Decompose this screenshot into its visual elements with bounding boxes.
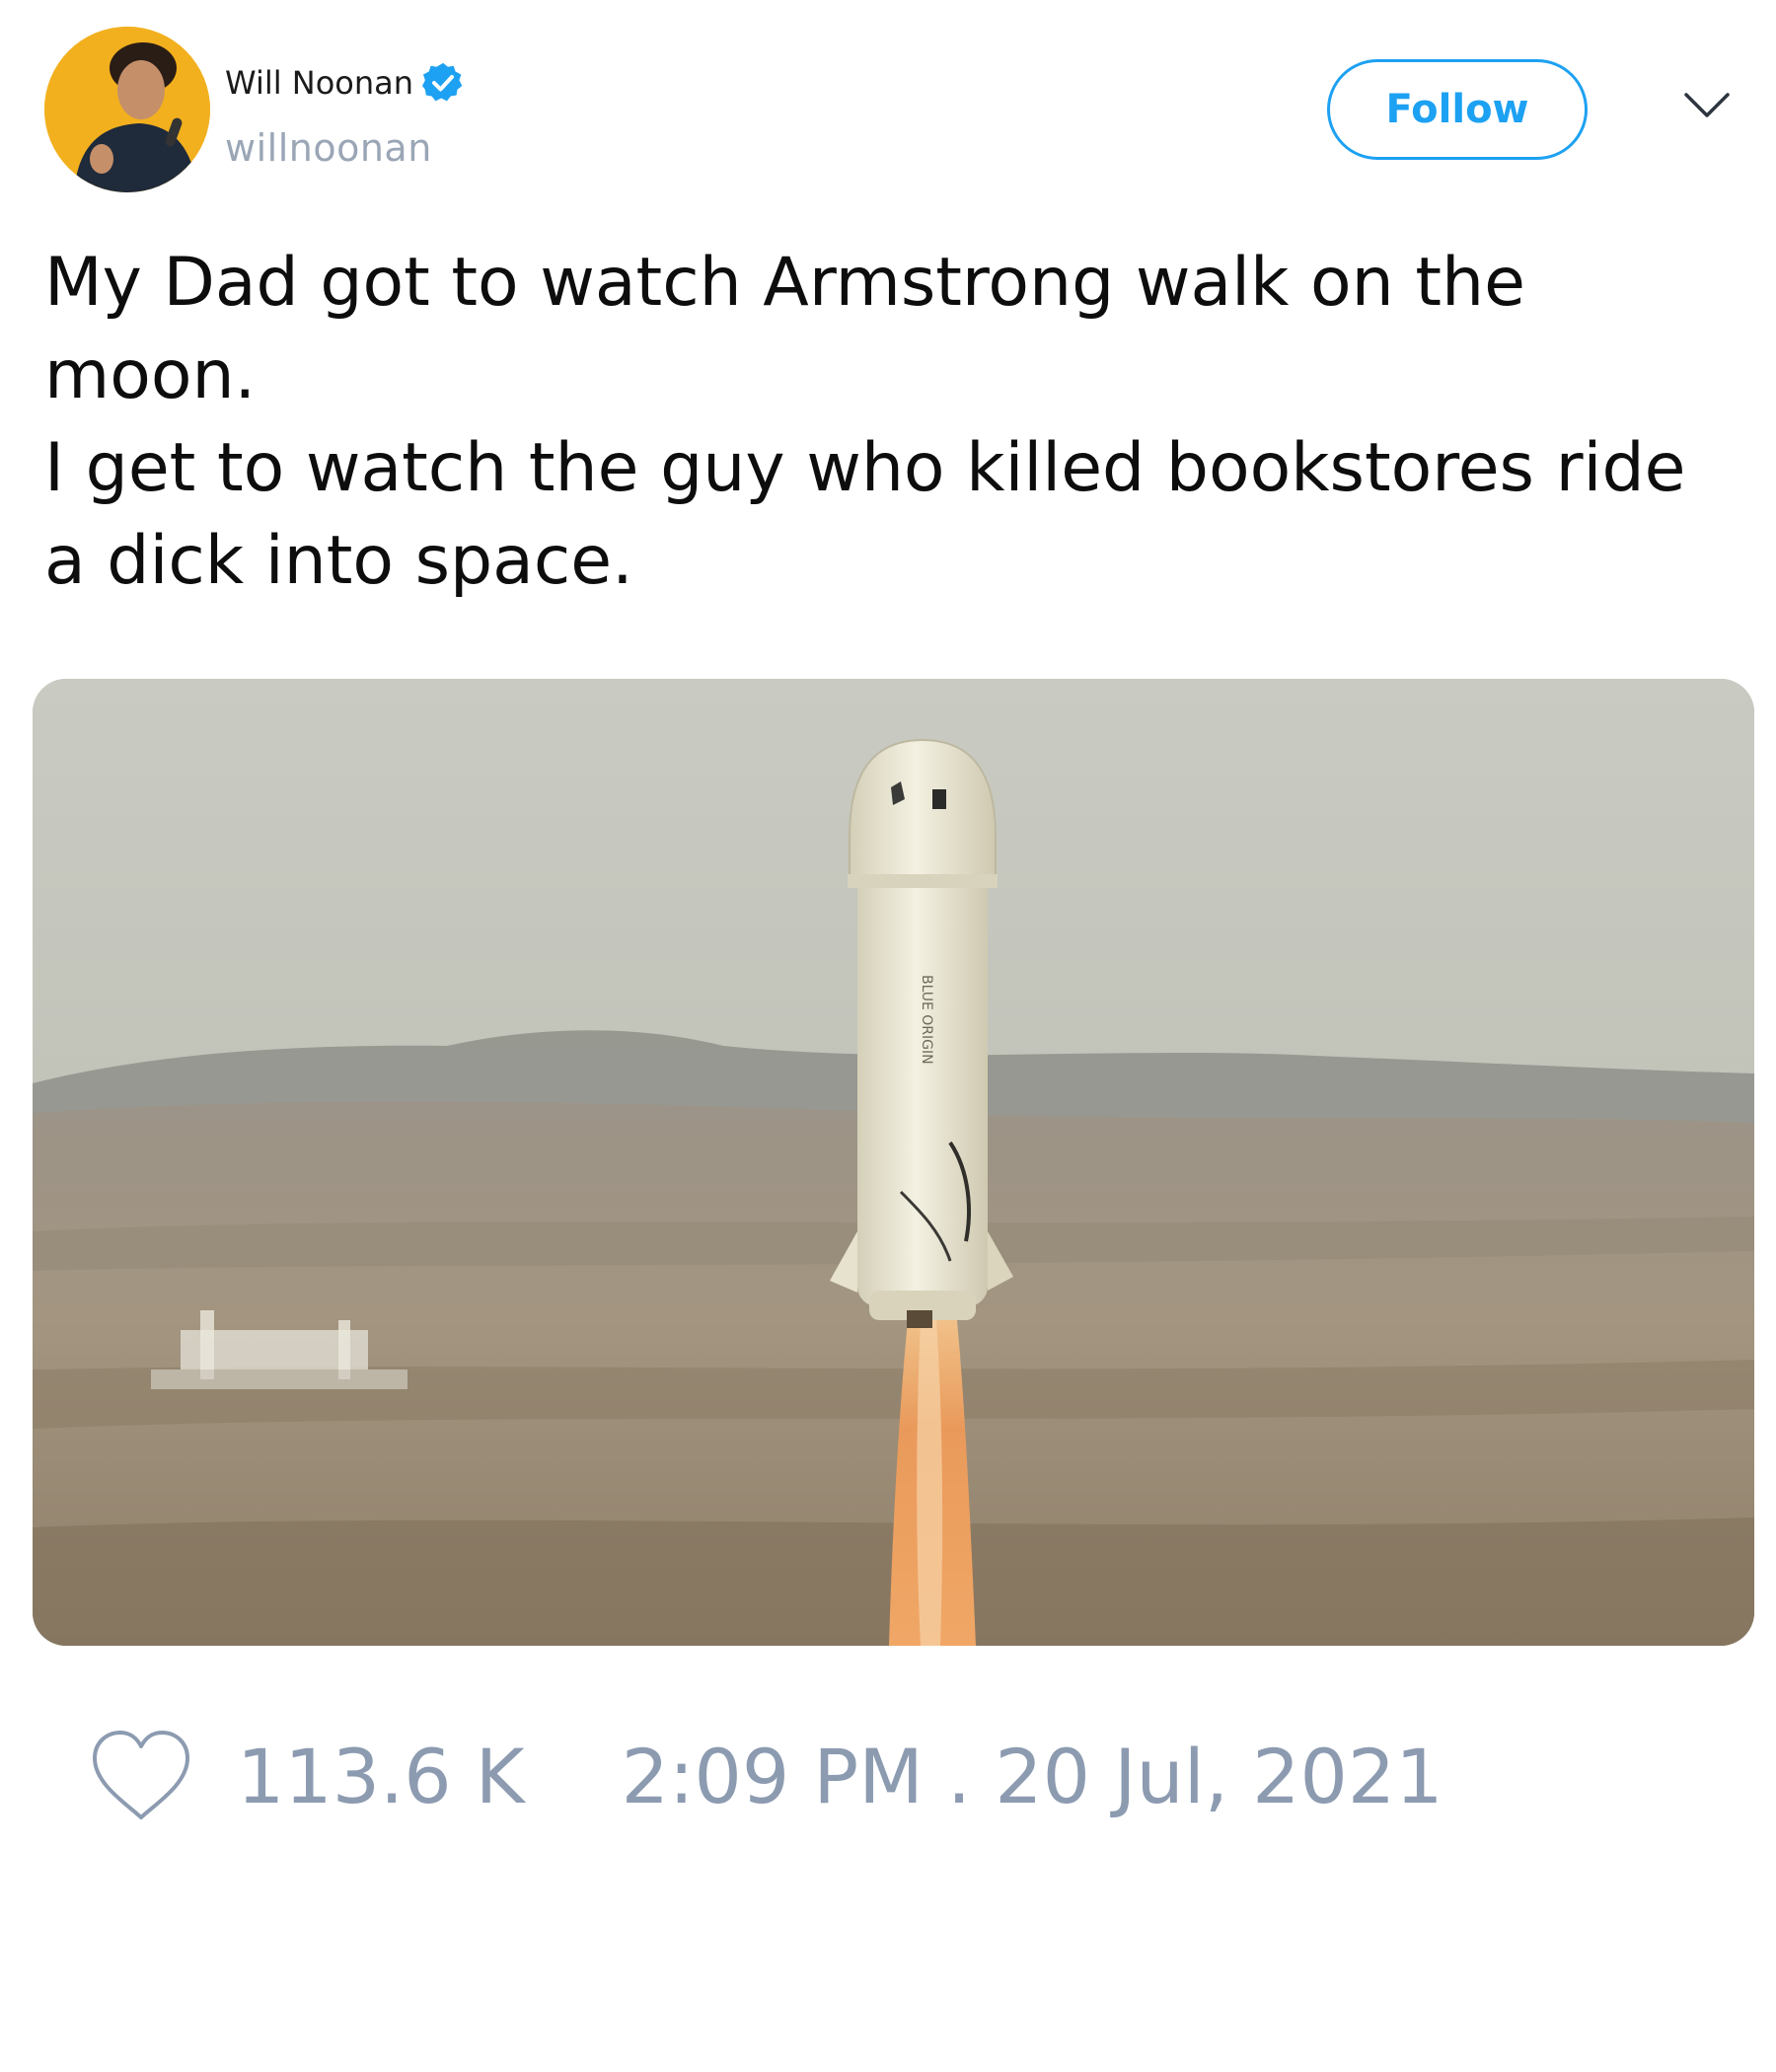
author-handle[interactable]: willnoonan (225, 126, 432, 170)
tweet-text-line: I get to watch the guy who killed bookst… (44, 429, 1686, 507)
verified-badge-icon (422, 62, 463, 102)
tweet-media-photo[interactable]: BLUE ORIGIN (33, 679, 1754, 1646)
tweet-text-line: a dick into space. (44, 522, 633, 600)
profile-photo-icon (44, 27, 210, 192)
tweet-text-line: moon. (44, 336, 257, 414)
rocket-launch-image: BLUE ORIGIN (33, 679, 1754, 1646)
display-name[interactable]: Will Noonan (225, 64, 413, 102)
tweet-footer: 113.6 K 2:09 PM . 20 Jul, 2021 (89, 1722, 1443, 1830)
tweet-text: My Dad got to watch Armstrong walk on th… (44, 237, 1741, 608)
author-name-row[interactable]: Will Noonan (225, 61, 465, 105)
heart-icon[interactable] (89, 1729, 193, 1823)
avatar[interactable] (44, 27, 210, 192)
follow-button[interactable]: Follow (1327, 59, 1588, 160)
tweet-card: Will Noonan willnoonan Follow My Dad got… (0, 0, 1776, 2072)
like-count: 113.6 K (237, 1732, 525, 1820)
chevron-down-icon[interactable] (1683, 91, 1731, 120)
tweet-text-line: My Dad got to watch Armstrong walk on th… (44, 244, 1525, 322)
svg-text:BLUE ORIGIN: BLUE ORIGIN (919, 975, 934, 1065)
timestamp[interactable]: 2:09 PM . 20 Jul, 2021 (622, 1733, 1443, 1820)
